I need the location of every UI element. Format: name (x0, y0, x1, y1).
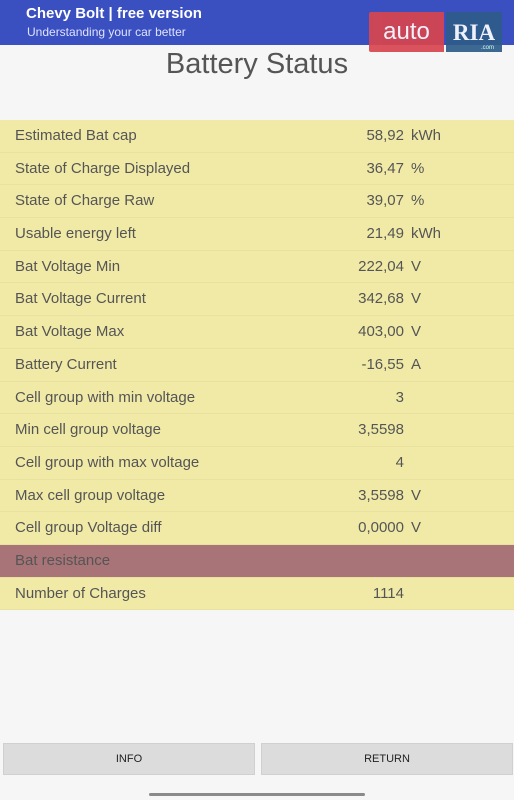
row-label: Bat Voltage Current (15, 290, 146, 308)
app-subtitle: Understanding your car better (27, 25, 186, 39)
table-row-highlighted: Bat resistance (0, 544, 514, 578)
row-value: 0,0000 (358, 519, 404, 537)
row-value: -16,55 (361, 355, 404, 373)
row-label: Battery Current (15, 355, 117, 373)
row-value: 1114 (372, 584, 404, 602)
table-row: Bat Voltage Current 342,68 V (0, 283, 514, 317)
row-label: Usable energy left (15, 225, 136, 243)
return-button[interactable]: RETURN (261, 743, 513, 775)
table-row: Bat Voltage Max 403,00 V (0, 316, 514, 349)
row-unit: % (411, 159, 425, 177)
row-label: Number of Charges (15, 584, 146, 602)
row-unit: V (411, 290, 422, 308)
page-title: Battery Status (165, 48, 349, 80)
table-row: Cell group with max voltage 4 (0, 446, 514, 480)
row-value: 222,04 (358, 257, 404, 275)
row-unit: V (411, 519, 422, 537)
table-row: Min cell group voltage 3,5598 (0, 414, 514, 447)
row-value: 3,5598 (358, 421, 404, 439)
table-row: Usable energy left 21,49 kWh (0, 218, 514, 251)
row-value: 3,5598 (358, 486, 404, 504)
table-row: Battery Current -16,55 A (0, 348, 514, 382)
watermark-ria: RIA .com (446, 12, 502, 52)
row-value: 39,07 (366, 192, 404, 210)
row-unit: % (411, 192, 425, 210)
row-label: Max cell group voltage (15, 486, 166, 504)
row-unit: A (411, 355, 422, 373)
row-label: Estimated Bat cap (15, 127, 137, 144)
row-unit: kWh (411, 225, 441, 243)
row-value: 58,92 (366, 127, 404, 144)
battery-status-table: Estimated Bat cap 58,92 kWh State of Cha… (0, 120, 514, 611)
table-row: State of Charge Displayed 36,47 % (0, 152, 514, 186)
table-row: Cell group with min voltage 3 (0, 381, 514, 415)
row-value: 403,00 (358, 323, 404, 341)
table-row: Max cell group voltage 3,5598 V (0, 479, 514, 513)
app-title: Chevy Bolt | free version (26, 5, 202, 22)
table-row: Cell group Voltage diff 0,0000 V (0, 512, 514, 545)
row-label: Bat resistance (15, 551, 111, 569)
table-row: State of Charge Raw 39,07 % (0, 185, 514, 219)
row-label: Cell group with min voltage (15, 388, 196, 406)
watermark-auto: auto (369, 12, 444, 52)
row-label: Min cell group voltage (15, 421, 161, 439)
row-value: 342,68 (358, 290, 404, 308)
table-row: Bat Voltage Min 222,04 V (0, 250, 514, 284)
info-button[interactable]: INFO (3, 743, 255, 775)
row-value: 36,47 (366, 159, 404, 177)
watermark-ria-text: RIA (452, 20, 496, 45)
row-value: 3 (395, 388, 404, 406)
row-unit: V (411, 323, 422, 341)
table-row: Number of Charges 1114 (0, 577, 514, 611)
row-label: Bat Voltage Max (15, 323, 125, 341)
row-unit: V (411, 257, 422, 275)
row-value: 4 (395, 453, 404, 471)
table-row: Estimated Bat cap 58,92 kWh (0, 120, 514, 153)
row-label: State of Charge Raw (15, 192, 155, 210)
row-value: 21,49 (366, 225, 404, 243)
gesture-nav-handle[interactable] (149, 793, 365, 796)
row-label: Bat Voltage Min (15, 257, 121, 275)
row-label: State of Charge Displayed (15, 159, 191, 177)
row-label: Cell group Voltage diff (15, 519, 162, 537)
watermark-logo: auto RIA .com (369, 12, 502, 52)
row-unit: kWh (411, 127, 441, 144)
row-unit: V (411, 486, 422, 504)
row-label: Cell group with max voltage (15, 453, 200, 471)
